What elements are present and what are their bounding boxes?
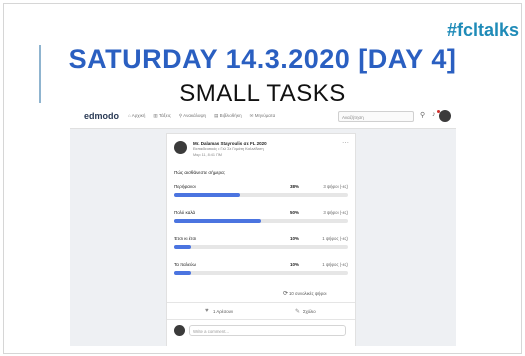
option-label: Τα παλεύω [174, 262, 196, 267]
poll-question: Πώς αισθάνεστε σήμερα; [174, 170, 226, 175]
nav-item-messages[interactable]: ✉ Μηνύματα [250, 113, 276, 119]
nav-item-discover[interactable]: ⚲ Ανακάλυψη [179, 113, 206, 119]
like-button[interactable]: 1 Αρέσουν [213, 309, 233, 314]
option-bar-track [174, 219, 348, 223]
poll-option[interactable]: Πολύ καλά 50% 3 ψήφοι (-ες) [174, 210, 348, 230]
option-percent: 50% [290, 210, 300, 215]
poll-option[interactable]: Έτσι κι έτσι 10% 1 ψήφος (-ες) [174, 236, 348, 256]
edmodo-logo[interactable]: edmodo [84, 111, 119, 121]
poll-option[interactable]: Τα παλεύω 10% 1 ψήφος (-ες) [174, 262, 348, 282]
option-bar-track [174, 245, 348, 249]
top-navbar: edmodo ⌂ Αρχική ▥ Τάξεις ⚲ Ανακάλυψη ▤ Β… [70, 106, 456, 129]
edmodo-screenshot: edmodo ⌂ Αρχική ▥ Τάξεις ⚲ Ανακάλυψη ▤ Β… [70, 106, 456, 346]
more-options-icon[interactable]: ⋯ [342, 139, 349, 147]
option-percent: 38% [290, 184, 300, 189]
search-input[interactable]: Αναζήτηση [338, 111, 414, 122]
author-avatar[interactable] [174, 141, 187, 154]
poll-option[interactable]: Περήφανοι 38% 3 ψήφοι (-ες) [174, 184, 348, 204]
comment-icon[interactable]: ✎ [295, 308, 300, 315]
option-bar-fill [174, 245, 192, 249]
nav-item-home[interactable]: ⌂ Αρχική [128, 113, 145, 119]
nav-item-classes[interactable]: ▥ Τάξεις [153, 113, 170, 119]
user-avatar[interactable] [439, 110, 451, 122]
option-votes: 3 ψήφοι (-ες) [323, 210, 348, 215]
option-bar-track [174, 271, 348, 275]
post-author[interactable]: Mr. Dalamas Stayroulis σε FL 2020 [193, 141, 267, 146]
like-icon[interactable]: ♥ [205, 308, 209, 314]
post-timestamp: Μαρ 11, 8:41 ΠΜ [193, 153, 222, 157]
search-icon[interactable]: ⚲ [420, 111, 425, 119]
refresh-icon[interactable]: ⟳ [283, 290, 288, 297]
option-percent: 10% [290, 236, 300, 241]
nav-item-library[interactable]: ▤ Βιβλιοθήκη [214, 113, 242, 119]
poll-post-card: Mr. Dalamas Stayroulis σε FL 2020 Εκπαιδ… [166, 133, 356, 346]
nav-menu: ⌂ Αρχική ▥ Τάξεις ⚲ Ανακάλυψη ▤ Βιβλιοθή… [128, 113, 275, 119]
divider [167, 319, 355, 320]
option-bar-fill [174, 193, 241, 197]
divider [167, 302, 355, 303]
option-votes: 3 ψήφοι (-ες) [323, 184, 348, 189]
total-votes: 10 συνολικές ψήφοι [289, 291, 327, 296]
option-bar-fill [174, 271, 192, 275]
commenter-avatar [174, 325, 185, 336]
comment-button[interactable]: Σχόλιο [303, 309, 316, 314]
comment-input[interactable]: Write a comment... [189, 325, 346, 336]
option-votes: 1 ψήφος (-ες) [322, 262, 348, 267]
hashtag: #fcltalks [446, 20, 519, 40]
post-subinfo: Εκπαιδευτικός • Γελ Σε Γεμάτη Καλινίδεση [193, 147, 264, 151]
slide-title: SATURDAY 14.3.2020 [DAY 4] [68, 44, 457, 74]
option-votes: 1 ψήφος (-ες) [322, 236, 348, 241]
option-label: Έτσι κι έτσι [174, 236, 197, 241]
option-label: Πολύ καλά [174, 210, 196, 215]
option-label: Περήφανοι [174, 184, 196, 189]
option-bar-fill [174, 219, 261, 223]
option-percent: 10% [290, 262, 300, 267]
slide-subtitle: SMALL TASKS [179, 80, 346, 107]
bell-icon[interactable]: ♪ [432, 111, 436, 118]
option-bar-track [174, 193, 348, 197]
